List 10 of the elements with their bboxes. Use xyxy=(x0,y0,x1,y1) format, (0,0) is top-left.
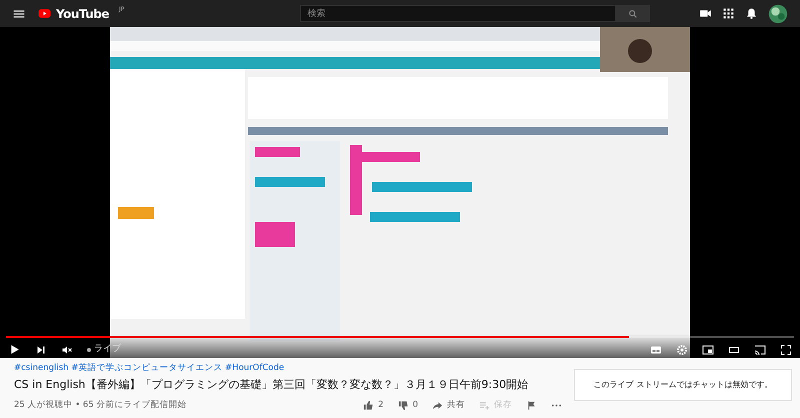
share-button[interactable]: 共有 xyxy=(432,399,465,412)
chat-disabled-notice: このライブ ストリームではチャットは無効です。 xyxy=(574,369,792,401)
logo[interactable]: YouTube xyxy=(36,4,110,22)
search-field[interactable]: 検索 xyxy=(300,5,616,22)
logo-text: YouTube xyxy=(56,6,110,22)
dislike-button[interactable]: 0 xyxy=(398,399,418,412)
video-title: CS in English【番外編】「プログラミングの基礎」第三回「変数？変な数？」３月１９日午前9:30開始 xyxy=(14,376,530,393)
view-count: 25 人が視聴中 • 65 分前にライブ配信開始 xyxy=(14,399,186,412)
hashtag-links[interactable]: #csinenglish #英語で学ぶコンピュータサイエンス #HourOfCode xyxy=(14,362,562,375)
like-button[interactable]: 2 xyxy=(363,399,384,412)
